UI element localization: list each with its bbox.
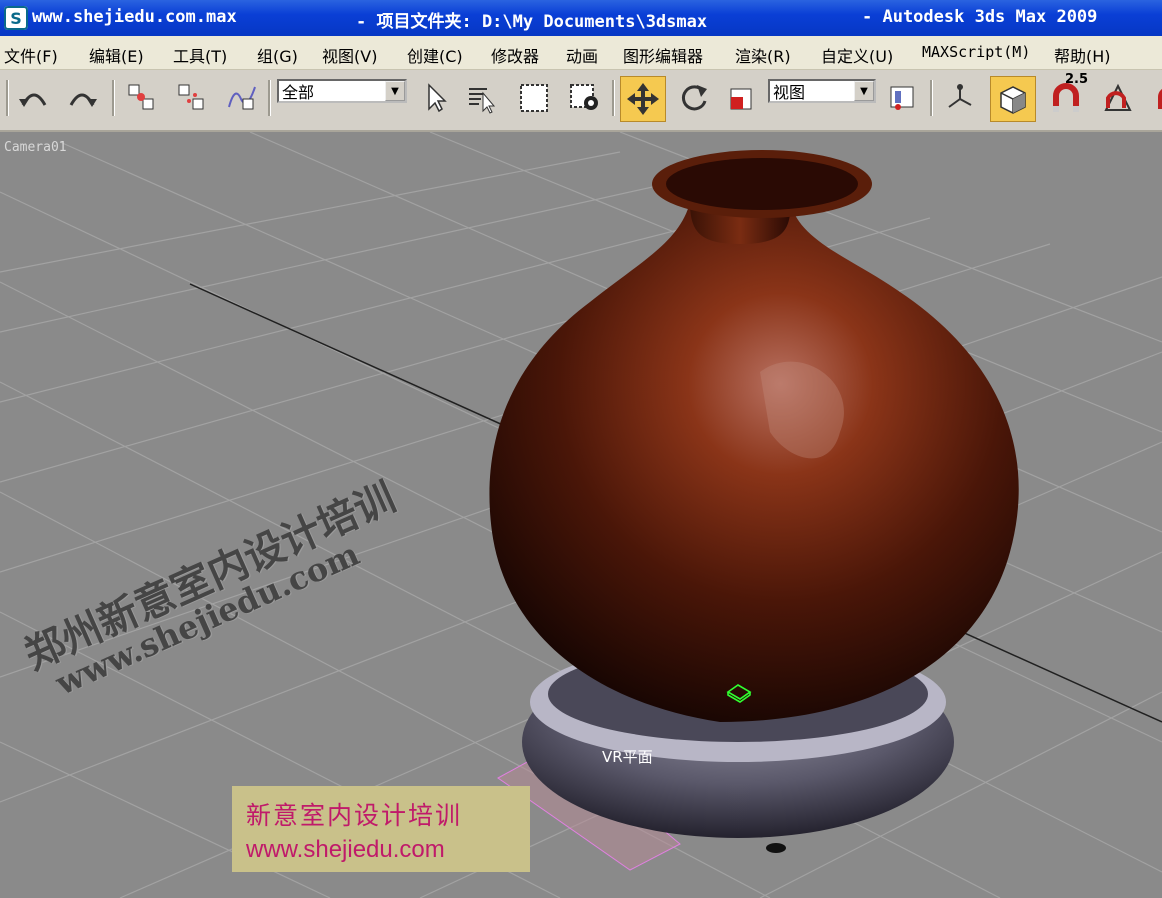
window-crossing-icon — [570, 84, 598, 110]
angle-snap-icon — [1104, 83, 1132, 111]
project-folder: - 项目文件夹: D:\My Documents\3dsmax — [356, 12, 708, 32]
pivot-center-button[interactable] — [882, 78, 922, 118]
menu-help[interactable]: 帮助(H) — [1054, 43, 1111, 67]
vase-body[interactable] — [489, 202, 1019, 722]
caption-title: 新意室内设计培训 — [246, 801, 463, 830]
caption-box: 新意室内设计培训 www.shejiedu.com — [232, 786, 530, 872]
pointer-icon — [428, 83, 447, 113]
chevron-down-icon[interactable]: ▼ — [854, 81, 874, 101]
scale-icon — [730, 88, 752, 110]
menu-maxscript[interactable]: MAXScript(M) — [922, 43, 1030, 61]
rotate-icon — [681, 85, 707, 111]
marquee-icon — [520, 84, 548, 112]
app-name: - Autodesk 3ds Max 2009 — [862, 7, 1098, 27]
space-warp-icon — [228, 86, 256, 110]
angle-snap-button[interactable] — [1098, 78, 1138, 118]
menu-rendering[interactable]: 渲染(R) — [735, 43, 791, 67]
menu-group[interactable]: 组(G) — [257, 43, 298, 67]
menu-file[interactable]: 文件(F) — [4, 43, 58, 67]
app-icon[interactable]: S — [4, 6, 28, 30]
toolbar-separator — [268, 80, 271, 116]
toolbar-separator — [930, 80, 933, 116]
reference-coordinate-value: 视图 — [773, 83, 806, 102]
vr-plane-label: VR平面 — [602, 748, 653, 766]
caption-url: www.shejiedu.com — [246, 836, 445, 863]
list-select-icon — [469, 88, 496, 114]
cube-icon — [1000, 86, 1026, 114]
menu-animation[interactable]: 动画 — [566, 43, 598, 67]
select-by-name-button[interactable] — [462, 78, 502, 118]
select-and-scale-button[interactable] — [722, 78, 762, 118]
redo-button[interactable] — [62, 78, 102, 118]
window-crossing-button[interactable] — [564, 78, 604, 118]
manipulate-icon — [948, 84, 972, 108]
menu-tools[interactable]: 工具(T) — [173, 43, 227, 67]
rectangular-selection-button[interactable] — [514, 78, 554, 118]
toolbar-separator — [6, 80, 9, 116]
snap-value: 2.5 — [1064, 72, 1088, 87]
bind-space-warp-button[interactable] — [222, 78, 262, 118]
move-icon — [627, 83, 659, 115]
main-toolbar: 全部 ▼ 视图 ▼ 2.5 — [0, 70, 1162, 132]
file-name: www.shejiedu.com.max — [32, 7, 237, 27]
select-and-rotate-button[interactable] — [674, 78, 714, 118]
toolbar-separator — [612, 80, 615, 116]
title-bar: S www.shejiedu.com.max - 项目文件夹: D:\My Do… — [0, 0, 1162, 36]
selection-filter-dropdown[interactable]: 全部 ▼ — [277, 79, 407, 103]
vase-opening — [666, 158, 858, 210]
select-object-button[interactable] — [416, 78, 456, 118]
undo-button[interactable] — [14, 78, 54, 118]
unlink-icon — [178, 84, 204, 110]
unlink-button[interactable] — [172, 78, 212, 118]
viewport-label[interactable]: Camera01 — [4, 140, 67, 155]
camera-viewport[interactable]: Camera01 VR平面 郑州新意室内设计培训 www.shejiedu.co… — [0, 132, 1162, 898]
chevron-down-icon[interactable]: ▼ — [385, 81, 405, 101]
menu-bar: 文件(F) 编辑(E) 工具(T) 组(G) 视图(V) 创建(C) 修改器 动… — [0, 36, 1162, 70]
toolbar-separator — [112, 80, 115, 116]
menu-edit[interactable]: 编辑(E) — [89, 43, 144, 67]
undo-icon — [19, 93, 47, 107]
menu-view[interactable]: 视图(V) — [322, 43, 377, 67]
vase-base-foot — [766, 843, 786, 853]
link-icon — [128, 84, 154, 110]
menu-create[interactable]: 创建(C) — [407, 43, 463, 67]
select-and-link-button[interactable] — [122, 78, 162, 118]
select-manipulate-button[interactable] — [940, 78, 980, 118]
reference-coordinate-dropdown[interactable]: 视图 ▼ — [768, 79, 876, 103]
keyboard-shortcut-override-button[interactable] — [990, 76, 1036, 122]
menu-modifiers[interactable]: 修改器 — [491, 43, 539, 67]
scene-render — [0, 132, 1162, 898]
redo-icon — [69, 93, 97, 107]
pivot-icon — [890, 86, 914, 110]
select-and-move-button[interactable] — [620, 76, 666, 122]
menu-graph-editors[interactable]: 图形编辑器 — [623, 43, 703, 67]
snaps-toggle-button[interactable]: 2.5 — [1046, 72, 1088, 118]
selection-filter-value: 全部 — [282, 83, 315, 102]
menu-customize[interactable]: 自定义(U) — [821, 43, 893, 67]
percent-snap-icon — [1158, 89, 1162, 109]
percent-snap-button[interactable] — [1146, 78, 1162, 118]
